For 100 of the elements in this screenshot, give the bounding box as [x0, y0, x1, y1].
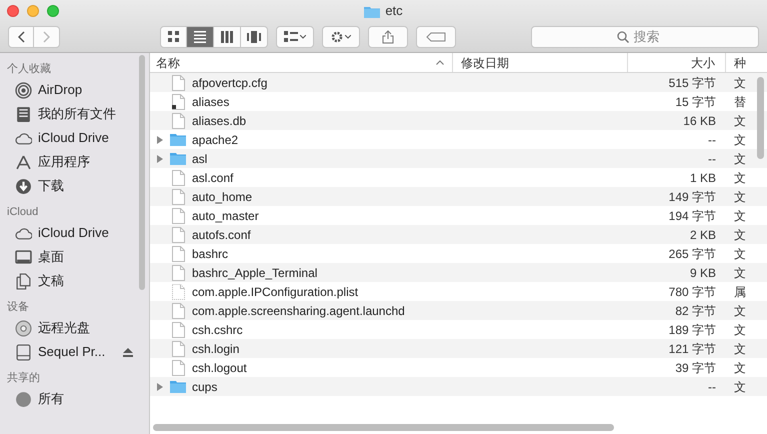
file-icon — [172, 188, 184, 204]
sidebar-item[interactable]: 我的所有文件 — [0, 102, 149, 126]
view-mode-button[interactable] — [241, 26, 268, 48]
file-size: 82 字节 — [675, 302, 716, 320]
view-mode-button[interactable] — [187, 26, 214, 48]
share-icon — [382, 30, 394, 44]
close-button[interactable] — [7, 5, 19, 17]
file-size: 16 KB — [683, 112, 716, 130]
sidebar-item[interactable]: 桌面 — [0, 245, 149, 269]
file-size: 515 字节 — [668, 74, 716, 92]
file-row[interactable]: autofs.conf 2 KB 文 — [150, 225, 767, 244]
file-name: apache2 — [192, 132, 238, 148]
share-button[interactable] — [368, 26, 408, 48]
tag-icon — [426, 32, 446, 42]
sidebar-item[interactable]: AirDrop — [0, 78, 149, 102]
sidebar-item[interactable]: iCloud Drive — [0, 221, 149, 245]
column-header-label: 名称 — [156, 54, 180, 72]
sidebar-item[interactable]: 应用程序 — [0, 150, 149, 174]
file-name: com.apple.IPConfiguration.plist — [192, 284, 358, 300]
file-row[interactable]: cups -- 文 — [150, 377, 767, 396]
file-size: 121 字节 — [668, 340, 716, 358]
file-name: asl.conf — [192, 170, 234, 186]
sidebar-item[interactable]: 下载 — [0, 174, 149, 198]
view-mode-button[interactable] — [160, 26, 187, 48]
search-field[interactable]: 搜索 — [531, 26, 759, 48]
file-icon — [172, 264, 184, 280]
file-row[interactable]: auto_home 149 字节 文 — [150, 187, 767, 206]
file-icon — [172, 208, 184, 224]
file-icon — [172, 322, 184, 338]
sidebar-heading: 个人收藏 — [6, 62, 52, 77]
file-kind: 文 — [734, 266, 746, 280]
sidebar-heading: 设备 — [6, 300, 30, 315]
file-icon — [172, 226, 184, 242]
window-title: etc — [385, 2, 403, 20]
file-kind: 文 — [734, 170, 746, 184]
disclosure-triangle-icon[interactable] — [156, 154, 164, 162]
file-kind: 文 — [734, 360, 746, 374]
folder-icon — [170, 380, 186, 393]
caret-icon — [300, 35, 306, 39]
eject-icon[interactable] — [123, 348, 133, 356]
file-kind: 文 — [734, 246, 746, 260]
column-view-icon — [220, 30, 234, 44]
column-header[interactable]: 修改日期 — [453, 53, 628, 72]
sidebar-item[interactable]: 所有 — [0, 387, 149, 411]
arrange-dropdown[interactable] — [276, 26, 314, 48]
file-kind: 文 — [734, 76, 746, 90]
tag-button[interactable] — [416, 26, 456, 48]
alias-file-icon — [172, 94, 184, 110]
grid-icon — [284, 31, 298, 43]
search-input: 搜索 — [634, 27, 674, 47]
action-dropdown[interactable] — [322, 26, 360, 48]
sidebar-item[interactable]: Sequel Pr... — [0, 340, 149, 364]
file-name: aliases.db — [192, 112, 246, 130]
file-size: -- — [708, 150, 716, 168]
sidebar-item[interactable]: 文稿 — [0, 269, 149, 293]
file-icon — [172, 170, 184, 186]
file-row[interactable]: com.apple.screensharing.agent.launchd 82 字节 文 — [150, 301, 767, 320]
file-kind: 文 — [734, 132, 746, 146]
file-icon — [172, 340, 184, 356]
column-header-cell[interactable]: 名称 — [150, 53, 453, 72]
file-icon — [172, 302, 184, 318]
disclosure-triangle-icon[interactable] — [156, 382, 164, 390]
icon-view-icon — [166, 30, 180, 44]
file-size: 265 字节 — [668, 246, 716, 262]
file-size: 39 字节 — [675, 360, 716, 376]
sidebar-item[interactable]: iCloud Drive — [0, 126, 149, 150]
file-name: bashrc — [192, 246, 228, 262]
document-icon — [15, 272, 32, 290]
vertical-scrollbar-thumb[interactable] — [757, 77, 764, 159]
file-row[interactable]: bashrc_Apple_Terminal 9 KB 文 — [150, 263, 767, 282]
file-row[interactable]: aliases.db 16 KB 文 — [150, 111, 767, 130]
file-size: 189 字节 — [668, 322, 716, 338]
file-kind: 属 — [734, 284, 746, 298]
file-icon — [172, 360, 184, 376]
column-header[interactable]: 大小 — [628, 53, 726, 72]
sidebar-heading: iCloud — [6, 204, 40, 220]
file-row[interactable]: afpovertcp.cfg 515 字节 文 — [150, 73, 767, 92]
file-size: 149 字节 — [668, 188, 716, 206]
file-row[interactable]: asl -- 文 — [150, 149, 767, 168]
scrollbar-thumb[interactable] — [139, 55, 145, 290]
chevron-left-icon — [18, 31, 24, 43]
back-button[interactable] — [8, 26, 34, 48]
file-name: cups — [192, 378, 218, 396]
cover-flow-icon — [247, 30, 261, 44]
caret-icon — [345, 35, 351, 39]
horizontal-scrollbar-thumb[interactable] — [153, 424, 614, 431]
dotted-file-icon — [172, 284, 184, 300]
file-row[interactable]: csh.login 121 字节 文 — [150, 339, 767, 358]
file-kind: 替 — [734, 94, 746, 108]
view-mode-button[interactable] — [214, 26, 241, 48]
disclosure-triangle-icon[interactable] — [156, 136, 164, 144]
zoom-button[interactable] — [47, 5, 59, 17]
file-size: -- — [708, 378, 716, 396]
minimize-button[interactable] — [27, 5, 39, 17]
sidebar-item[interactable]: 远程光盘 — [0, 316, 149, 340]
folder-icon — [170, 152, 186, 165]
gear-icon — [331, 31, 343, 43]
file-name: csh.logout — [192, 360, 247, 376]
column-header[interactable]: 种 — [726, 53, 766, 72]
sidebar-heading: 共享的 — [6, 370, 41, 386]
